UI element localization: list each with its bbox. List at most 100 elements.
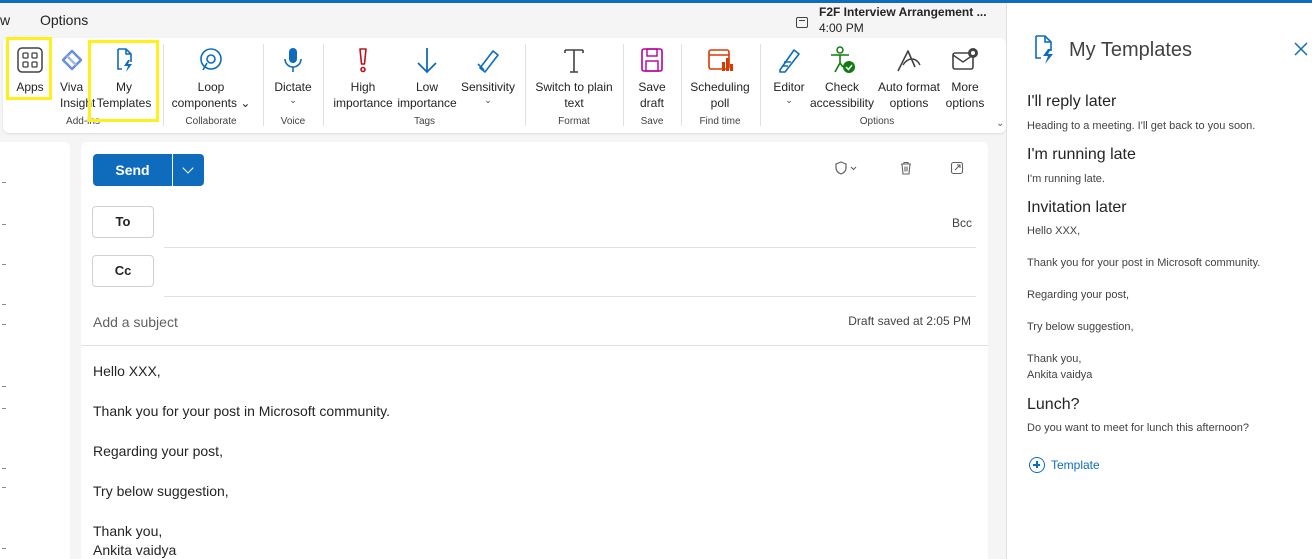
body-line[interactable]: Regarding your post, [93, 443, 223, 459]
template-preview[interactable]: Thank you for your post in Microsoft com… [1027, 257, 1260, 269]
body-line[interactable]: Hello XXX, [93, 363, 161, 379]
low-label-line1: Low [415, 80, 438, 94]
my-templates-pane: My Templates I'll reply later Heading to… [1006, 3, 1312, 559]
to-field-line [164, 247, 976, 248]
template-preview[interactable]: Thank you, [1027, 353, 1081, 365]
group-label-options: Options [859, 116, 895, 127]
highlight-apps [6, 37, 52, 100]
send-options-chevron-icon[interactable] [173, 154, 204, 186]
subject-input[interactable]: Add a subject [93, 314, 178, 330]
body-line[interactable]: Thank you, [93, 523, 162, 539]
more-options-button[interactable]: More options [943, 38, 987, 114]
editor-label: Editor [773, 80, 805, 94]
meeting-title: F2F Interview Arrangement ... [819, 5, 987, 19]
menu-tab-options[interactable]: Options [40, 12, 88, 28]
list-mark [2, 224, 6, 225]
template-preview[interactable]: Heading to a meeting. I'll get back to y… [1027, 120, 1255, 132]
plain-label-line1: Switch to plain [535, 80, 613, 94]
sensitivity-button[interactable]: Sensitivity ⌄ [459, 38, 517, 114]
compose-pane: Send To Bcc Cc Add a subject Draft saved… [81, 142, 988, 559]
add-template-label: Template [1051, 458, 1100, 472]
to-button[interactable]: To [92, 206, 154, 238]
save-draft-button[interactable]: Save draft [626, 38, 678, 114]
close-icon[interactable] [1293, 41, 1309, 57]
plain-label-line2: text [564, 96, 584, 110]
template-preview[interactable]: Try below suggestion, [1027, 321, 1134, 333]
ribbon-separator [163, 44, 164, 126]
chevron-down-icon: ⌄ [785, 95, 793, 105]
ribbon-separator [323, 44, 324, 126]
mail-gear-icon [952, 48, 978, 70]
dictate-button[interactable]: Dictate ⌄ [267, 38, 319, 114]
template-title[interactable]: Invitation later [1027, 199, 1127, 217]
draft-status: Draft saved at 2:05 PM [848, 314, 971, 328]
list-mark [2, 324, 6, 325]
exclamation-icon [359, 48, 367, 73]
text-format-icon [564, 49, 584, 73]
ribbon-separator [623, 44, 624, 126]
add-template-button[interactable]: Template [1029, 455, 1179, 477]
chevron-down-icon: ⌄ [289, 95, 297, 105]
viva-label-line1: Viva [60, 80, 84, 94]
body-line[interactable]: Ankita vaidya [93, 542, 176, 558]
calendar-icon [796, 17, 808, 28]
sensitivity-icon [477, 50, 499, 73]
shield-icon[interactable] [834, 161, 858, 175]
accessibility-check-icon [831, 46, 855, 73]
microphone-icon [284, 48, 302, 72]
sensitivity-label: Sensitivity [460, 80, 516, 94]
popout-icon[interactable] [950, 161, 964, 175]
send-button[interactable]: Send [93, 154, 172, 186]
loop-components-button[interactable]: Loop components ⌄ [166, 38, 256, 114]
template-preview[interactable]: I'm running late. [1027, 173, 1105, 185]
body-line[interactable]: Try below suggestion, [93, 483, 229, 499]
arrow-down-icon [417, 48, 437, 74]
template-title[interactable]: I'm running late [1027, 146, 1136, 164]
ribbon-separator [525, 44, 526, 126]
list-mark [2, 304, 6, 305]
ribbon-expand-chevron-icon[interactable]: ⌄ [996, 118, 1004, 129]
group-label-save: Save [640, 116, 664, 127]
switch-plain-text-button[interactable]: Switch to plain text [529, 38, 619, 114]
subject-divider [81, 345, 988, 346]
body-line[interactable]: Thank you for your post in Microsoft com… [93, 403, 390, 419]
list-mark [2, 408, 6, 409]
more-label-line1: More [951, 80, 979, 94]
template-title[interactable]: Lunch? [1027, 396, 1080, 414]
check-label-line2: accessibility [809, 96, 875, 110]
dictate-label: Dictate [274, 80, 312, 94]
delete-icon[interactable] [899, 161, 913, 175]
high-importance-button[interactable]: High importance [332, 38, 394, 114]
menu-tab-partial[interactable]: w [0, 12, 10, 28]
cc-button[interactable]: Cc [92, 255, 154, 287]
chevron-down-icon: ⌄ [484, 95, 492, 105]
auto-format-options-button[interactable]: Auto format options [875, 38, 943, 114]
check-label-line1: Check [824, 80, 859, 94]
save-label-line1: Save [638, 80, 666, 94]
check-accessibility-button[interactable]: Check accessibility [809, 38, 875, 114]
auto-format-icon [897, 50, 921, 72]
autoformat-label-line2: options [889, 96, 929, 110]
bcc-button[interactable]: Bcc [952, 216, 972, 230]
ribbon-separator [263, 44, 264, 126]
scheduling-poll-icon [708, 49, 733, 71]
scheduling-poll-button[interactable]: Scheduling poll [685, 38, 755, 114]
meeting-time: 4:00 PM [819, 21, 864, 35]
template-preview[interactable]: Ankita vaidya [1027, 369, 1092, 381]
template-preview[interactable]: Do you want to meet for lunch this after… [1027, 422, 1249, 434]
editor-pen-icon [779, 49, 800, 73]
template-title[interactable]: I'll reply later [1027, 93, 1116, 111]
template-lightning-icon [1035, 35, 1053, 64]
more-label-line2: options [945, 96, 985, 110]
list-mark [2, 182, 6, 183]
template-preview[interactable]: Regarding your post, [1027, 289, 1129, 301]
low-importance-button[interactable]: Low importance [396, 38, 458, 114]
poll-label-line2: poll [710, 96, 730, 110]
template-preview[interactable]: Hello XXX, [1027, 225, 1080, 237]
save-icon [641, 48, 663, 72]
list-mark [2, 487, 6, 488]
pane-title: My Templates [1069, 39, 1193, 61]
editor-button[interactable]: Editor ⌄ [767, 38, 811, 114]
group-label-voice: Voice [280, 116, 306, 127]
viva-insights-button[interactable]: Viva Insight [51, 38, 95, 114]
